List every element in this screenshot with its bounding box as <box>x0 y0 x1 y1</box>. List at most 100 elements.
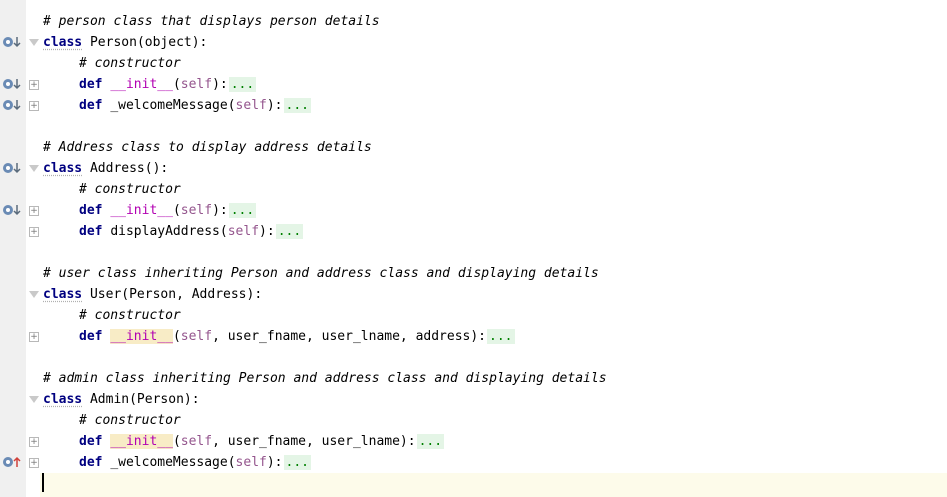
paren: ( <box>227 455 236 470</box>
code-line: # constructor <box>0 179 947 200</box>
param-self: self <box>180 203 213 218</box>
keyword-class: class <box>43 392 83 407</box>
fold-collapse-icon[interactable] <box>29 39 39 46</box>
class-name: Admin <box>89 392 130 407</box>
code-line: # constructor <box>0 53 947 74</box>
paren: ( <box>227 98 236 113</box>
fold-expand-icon[interactable]: + <box>29 80 39 90</box>
fold-expand-icon[interactable]: + <box>29 227 39 237</box>
class-args: (): <box>144 161 169 176</box>
class-declaration: class User(Person, Address): <box>43 286 262 303</box>
text-caret <box>42 473 44 492</box>
method-name: __init__ <box>110 203 173 218</box>
code-line: class Address(): <box>0 158 947 179</box>
param-self: self <box>235 98 267 113</box>
class-args: (object): <box>136 35 208 50</box>
method-declaration: def __init__(self):... <box>79 202 257 219</box>
param-self: self <box>180 77 213 92</box>
keyword-def: def <box>79 455 103 470</box>
override-up-icon[interactable] <box>2 455 22 469</box>
code-line: class User(Person, Address): <box>0 284 947 305</box>
folded-block[interactable]: ... <box>275 224 304 239</box>
comment: # constructor <box>79 182 181 197</box>
code-line: # user class inheriting Person and addre… <box>0 263 947 284</box>
method-declaration: def _welcomeMessage(self):... <box>79 454 311 471</box>
code-line: + def displayAddress(self):... <box>0 221 947 242</box>
folded-block[interactable]: ... <box>283 455 311 470</box>
keyword-def: def <box>79 98 103 113</box>
code-line: + def __init__(self):... <box>0 200 947 221</box>
override-down-icon[interactable] <box>2 98 22 112</box>
override-down-icon[interactable] <box>2 203 22 217</box>
param-list: , user_fname, user_lname <box>212 434 400 449</box>
method-name: displayAddress <box>110 224 220 239</box>
comment: # person class that displays person deta… <box>43 14 380 29</box>
code-line: # Address class to display address detai… <box>0 137 947 158</box>
code-line: + def __init__(self):... <box>0 74 947 95</box>
comment: # constructor <box>79 413 181 428</box>
folded-block[interactable]: ... <box>487 329 515 344</box>
keyword-def: def <box>79 329 103 344</box>
fold-collapse-icon[interactable] <box>29 291 39 298</box>
keyword-class: class <box>43 161 83 176</box>
folded-block[interactable]: ... <box>283 98 311 113</box>
param-self: self <box>235 455 267 470</box>
keyword-def: def <box>79 77 103 92</box>
comment: # admin class inheriting Person and addr… <box>43 371 607 386</box>
folded-block[interactable]: ... <box>416 434 445 449</box>
class-args: (Person, Address): <box>121 287 263 302</box>
method-declaration: def __init__(self, user_fname, user_lnam… <box>79 328 515 345</box>
keyword-def: def <box>79 224 103 239</box>
comment: # user class inheriting Person and addre… <box>43 266 599 281</box>
code-line: # constructor <box>0 410 947 431</box>
fold-expand-icon[interactable]: + <box>29 437 39 447</box>
paren: ): <box>212 203 228 218</box>
paren: ( <box>172 77 181 92</box>
method-declaration: def __init__(self, user_fname, user_lnam… <box>79 433 445 450</box>
method-declaration: def displayAddress(self):... <box>79 223 304 240</box>
current-line-highlight <box>40 473 947 497</box>
param-self: self <box>227 224 260 239</box>
param-list: , user_fname, user_lname, address <box>212 329 471 344</box>
code-area[interactable]: # person class that displays person deta… <box>0 0 947 497</box>
folded-block[interactable]: ... <box>228 203 257 218</box>
keyword-class: class <box>43 287 83 302</box>
method-name: _welcomeMessage <box>110 98 228 113</box>
method-name: __init__ <box>110 77 173 92</box>
class-name: Address <box>89 161 145 176</box>
fold-collapse-icon[interactable] <box>29 396 39 403</box>
fold-expand-icon[interactable]: + <box>29 458 39 468</box>
method-name: __init__ <box>110 329 173 344</box>
paren: ( <box>172 329 181 344</box>
paren: ): <box>212 77 228 92</box>
code-line: + def _welcomeMessage(self):... <box>0 95 947 116</box>
paren: ( <box>172 203 181 218</box>
fold-expand-icon[interactable]: + <box>29 332 39 342</box>
code-line: class Person(object): <box>0 32 947 53</box>
code-line: + def __init__(self, user_fname, user_ln… <box>0 431 947 452</box>
paren: ): <box>259 224 275 239</box>
code-line: class Admin(Person): <box>0 389 947 410</box>
override-down-icon[interactable] <box>2 77 22 91</box>
param-self: self <box>180 329 213 344</box>
class-name: User <box>89 287 122 302</box>
keyword-def: def <box>79 203 103 218</box>
method-declaration: def _welcomeMessage(self):... <box>79 97 311 114</box>
class-declaration: class Address(): <box>43 160 168 177</box>
fold-expand-icon[interactable]: + <box>29 206 39 216</box>
folded-block[interactable]: ... <box>228 77 257 92</box>
override-down-icon[interactable] <box>2 35 22 49</box>
keyword-def: def <box>79 434 103 449</box>
keyword-class: class <box>43 35 83 50</box>
paren: ( <box>172 434 181 449</box>
method-name: _welcomeMessage <box>110 455 228 470</box>
param-self: self <box>180 434 213 449</box>
override-down-icon[interactable] <box>2 161 22 175</box>
code-line: # admin class inheriting Person and addr… <box>0 368 947 389</box>
paren: ): <box>266 98 283 113</box>
class-declaration: class Person(object): <box>43 34 207 51</box>
fold-expand-icon[interactable]: + <box>29 101 39 111</box>
fold-collapse-icon[interactable] <box>29 165 39 172</box>
paren: ): <box>399 434 416 449</box>
code-line: # person class that displays person deta… <box>0 11 947 32</box>
